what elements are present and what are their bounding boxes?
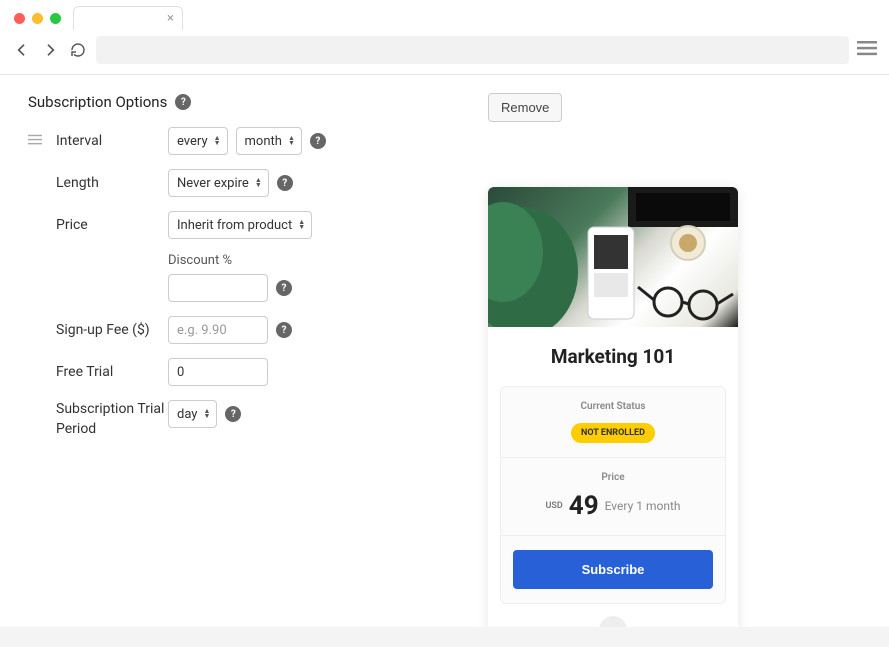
row-interval: Interval every ▲▼ month ▲▼ ? <box>28 127 438 155</box>
main-content: Subscription Options ? Interval every ▲▼… <box>0 75 889 642</box>
price-section: Price USD 49 Every 1 month <box>501 458 725 536</box>
chevron-up-down-icon: ▲▼ <box>288 136 295 146</box>
minimize-window-icon[interactable] <box>32 13 43 24</box>
interval-frequency-value: every <box>177 134 208 149</box>
trial-period-value: day <box>177 407 197 422</box>
chevron-up-down-icon: ▲▼ <box>298 220 305 230</box>
close-window-icon[interactable] <box>14 13 25 24</box>
cta-section: Subscribe <box>501 536 725 603</box>
length-label: Length <box>56 175 168 191</box>
help-icon[interactable]: ? <box>276 322 292 338</box>
discount-label: Discount % <box>168 253 438 268</box>
price-amount: 49 <box>569 491 599 521</box>
signup-fee-input[interactable]: e.g. 9.90 <box>168 316 268 344</box>
subscription-form: Subscription Options ? Interval every ▲▼… <box>28 93 438 642</box>
row-length: Length Never expire ▲▼ ? <box>28 169 438 197</box>
browser-chrome: × <box>0 0 889 75</box>
chevron-up-down-icon: ▲▼ <box>255 178 262 188</box>
menu-icon[interactable] <box>857 41 877 59</box>
interval-unit-value: month <box>245 134 282 149</box>
price-value: Inherit from product <box>177 218 292 233</box>
browser-tab[interactable]: × <box>73 6 183 30</box>
interval-unit-select[interactable]: month ▲▼ <box>236 127 302 155</box>
length-value: Never expire <box>177 176 249 191</box>
remove-button[interactable]: Remove <box>488 93 562 122</box>
row-price: Price Inherit from product ▲▼ <box>28 211 438 239</box>
chevron-up-down-icon: ▲▼ <box>203 409 210 419</box>
close-tab-icon[interactable]: × <box>167 12 174 25</box>
help-icon[interactable]: ? <box>276 280 292 296</box>
price-period: Every 1 month <box>605 499 681 513</box>
forward-icon[interactable] <box>40 40 60 60</box>
price-currency: USD <box>546 501 563 511</box>
preview-column: Remove <box>478 93 861 642</box>
trial-period-select[interactable]: day ▲▼ <box>168 400 217 428</box>
row-discount: Discount % ? <box>28 253 438 302</box>
status-label: Current Status <box>513 401 713 412</box>
course-image <box>488 187 738 327</box>
free-trial-input[interactable]: 0 <box>168 358 268 386</box>
status-badge: NOT ENROLLED <box>571 423 655 443</box>
row-signup-fee: Sign-up Fee ($) e.g. 9.90 ? <box>28 316 438 344</box>
tab-strip: × <box>0 0 889 30</box>
help-icon[interactable]: ? <box>225 406 241 422</box>
trial-period-label: Subscription Trial Period <box>56 400 168 439</box>
window-controls <box>10 13 69 30</box>
section-title-row: Subscription Options ? <box>28 93 438 111</box>
section-title: Subscription Options <box>28 93 167 111</box>
chevron-up-down-icon: ▲▼ <box>214 136 221 146</box>
interval-label: Interval <box>56 133 168 149</box>
status-section: Current Status NOT ENROLLED <box>501 387 725 458</box>
help-icon[interactable]: ? <box>175 94 191 110</box>
help-icon[interactable]: ? <box>277 175 293 191</box>
subscribe-button[interactable]: Subscribe <box>513 550 713 589</box>
row-trial-period: Subscription Trial Period day ▲▼ ? <box>28 400 438 439</box>
nav-bar <box>0 30 889 74</box>
discount-input[interactable] <box>168 274 268 302</box>
row-free-trial: Free Trial 0 <box>28 358 438 386</box>
url-bar[interactable] <box>96 36 849 64</box>
length-select[interactable]: Never expire ▲▼ <box>168 169 269 197</box>
footer-bar <box>0 627 889 647</box>
signup-fee-label: Sign-up Fee ($) <box>56 322 168 338</box>
price-meta-label: Price <box>513 472 713 483</box>
interval-frequency-select[interactable]: every ▲▼ <box>168 127 228 155</box>
reload-icon[interactable] <box>68 40 88 60</box>
course-preview-card: Marketing 101 Current Status NOT ENROLLE… <box>488 187 738 642</box>
price-label: Price <box>56 217 168 233</box>
drag-handle-icon[interactable] <box>28 132 48 151</box>
help-icon[interactable]: ? <box>310 133 326 149</box>
back-icon[interactable] <box>12 40 32 60</box>
free-trial-label: Free Trial <box>56 364 168 380</box>
maximize-window-icon[interactable] <box>50 13 61 24</box>
course-title: Marketing 101 <box>488 327 738 386</box>
price-select[interactable]: Inherit from product ▲▼ <box>168 211 312 239</box>
course-meta-box: Current Status NOT ENROLLED Price USD 49… <box>500 386 726 604</box>
price-row: USD 49 Every 1 month <box>513 491 713 521</box>
